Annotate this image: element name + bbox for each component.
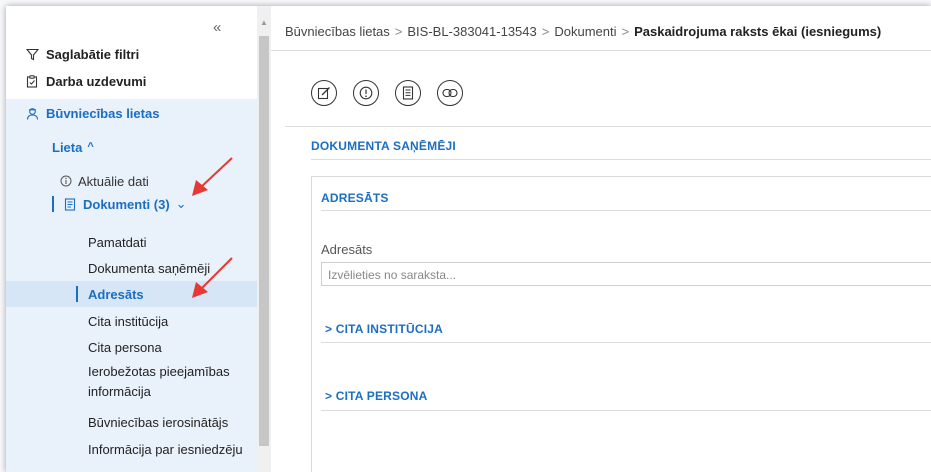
chevron-up-icon: ^ [87,141,94,153]
expand-icon: > [325,322,333,336]
breadcrumb-link[interactable]: BIS-BL-383041-13543 [407,24,536,39]
sidebar-item-tasks[interactable]: Darba uzdevumi [6,68,257,94]
sidebar-item-saved-filters[interactable]: Saglabātie filtri [6,41,257,67]
breadcrumb-link[interactable]: Būvniecības lietas [285,24,390,39]
document-list-button[interactable] [395,80,421,106]
filter-icon [24,46,40,62]
info-icon [58,173,74,189]
chevron-down-icon: ⌄ [175,196,187,211]
sidebar: « Saglabātie filtri Darba uzdevumi Būvni… [6,6,257,472]
sidebar-item-submitter-info[interactable]: Informācija par iesniedzēju [6,436,257,462]
app-window: « Saglabātie filtri Darba uzdevumi Būvni… [6,6,931,472]
sidebar-item-label: Lieta [52,139,83,155]
alert-icon [359,86,373,100]
expand-icon: > [325,389,333,403]
breadcrumb-separator: > [394,24,403,39]
sidebar-item-label: Dokumenti (3) [83,196,170,212]
edit-icon [317,87,330,100]
toolbar-divider [285,126,931,127]
sidebar-item-label: Adresāts [88,286,144,302]
sidebar-item-other-person[interactable]: Cita persona [6,334,257,360]
annotation-arrow-icon [192,257,233,298]
sidebar-item-label: informācija [88,383,151,399]
breadcrumb-separator: > [621,24,630,39]
annotation-arrow-icon [192,157,233,196]
document-icon [62,196,78,212]
sidebar-item-label: Aktuālie dati [78,173,149,189]
alert-button[interactable] [353,80,379,106]
select-placeholder: Izvēlieties no saraksta... [328,268,457,282]
person-divider [321,410,931,411]
document-list-icon [402,86,414,100]
sidebar-item-label: Cita institūcija [88,313,169,329]
section-title: DOKUMENTA SAŅĒMĒJI [311,139,456,153]
panel-title: ADRESĀTS [321,191,389,205]
sidebar-item-label: Ierobežotas pieejamības [88,363,230,379]
other-person-toggle[interactable]: > CITA PERSONA [325,389,428,403]
panel-divider [321,210,931,211]
sidebar-item-restricted-info-line2[interactable]: informācija [6,380,257,402]
scroll-up-icon[interactable]: ▲ [260,18,268,27]
toggle-label: CITA PERSONA [335,389,428,403]
other-institution-toggle[interactable]: > CITA INSTITŪCIJA [325,322,443,336]
sidebar-item-label: Pamatdati [88,234,147,250]
field-label: Adresāts [321,242,373,257]
sidebar-scrollbar-thumb[interactable] [259,36,269,446]
link-icon [442,88,458,98]
sidebar-item-construction-cases[interactable]: Būvniecības lietas [6,99,257,127]
section-divider [311,159,931,160]
sidebar-item-label: Saglabātie filtri [46,46,140,62]
breadcrumb-separator: > [541,24,550,39]
sidebar-item-label: Informācija par iesniedzēju [88,441,243,457]
breadcrumb: Būvniecības lietas > BIS-BL-383041-13543 > D… [285,24,881,39]
link-button[interactable] [437,80,463,106]
edit-button[interactable] [311,80,337,106]
sidebar-item-other-institution[interactable]: Cita institūcija [6,308,257,334]
sidebar-item-label: Cita persona [88,339,162,355]
sidebar-item-restricted-info[interactable]: Ierobežotas pieejamības [6,360,257,382]
sidebar-item-basic-data[interactable]: Pamatdati [6,229,257,255]
toggle-label: CITA INSTITŪCIJA [335,322,443,336]
breadcrumb-current: Paskaidrojuma raksts ēkai (iesniegums) [634,24,882,39]
sidebar-item-initiator[interactable]: Būvniecības ierosinātājs [6,409,257,435]
addressee-select[interactable]: Izvēlieties no saraksta... [321,262,931,286]
main-content: Būvniecības lietas > BIS-BL-383041-13543 > D… [271,6,931,472]
clipboard-icon [24,73,40,89]
header-divider [271,50,931,51]
sidebar-item-label: Būvniecības lietas [46,105,160,121]
breadcrumb-link[interactable]: Dokumenti [554,24,616,39]
worker-icon [24,105,40,121]
sidebar-item-label: Darba uzdevumi [46,73,147,89]
sidebar-item-label: Būvniecības ierosinātājs [88,414,229,430]
institution-divider [321,342,931,343]
collapse-sidebar-icon[interactable]: « [213,20,221,35]
